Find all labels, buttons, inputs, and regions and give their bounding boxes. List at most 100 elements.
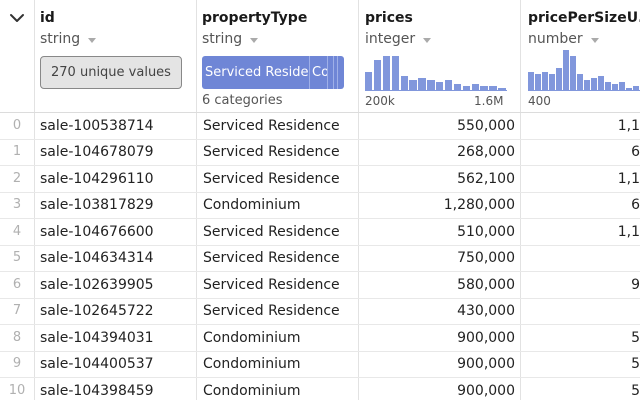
cell-prices[interactable]: 900,000 <box>360 378 515 400</box>
histogram-bar[interactable] <box>409 80 417 90</box>
cell-pricepersize[interactable]: 5 <box>520 378 640 400</box>
row-index[interactable]: 4 <box>0 219 34 245</box>
histogram-bar[interactable] <box>542 72 548 90</box>
cell-pricepersize[interactable]: 1,1 <box>520 166 640 192</box>
column-name: id <box>40 10 55 26</box>
pricepersize-histogram[interactable] <box>528 50 640 91</box>
cell-prices[interactable]: 750,000 <box>360 245 515 271</box>
cell-pricepersize[interactable] <box>520 298 640 324</box>
category-segment[interactable]: Serviced Residence <box>202 56 310 89</box>
histogram-bar[interactable] <box>427 80 435 90</box>
histogram-bar[interactable] <box>400 76 408 90</box>
histogram-bar[interactable] <box>584 80 590 90</box>
histogram-bar[interactable] <box>598 76 604 90</box>
histogram-bar[interactable] <box>556 68 562 90</box>
histogram-bar[interactable] <box>619 82 625 90</box>
row-index[interactable]: 1 <box>0 139 34 165</box>
column-name: pricePerSizeU... <box>528 10 640 26</box>
histogram-bar[interactable] <box>577 74 583 90</box>
cell-id[interactable]: sale-104634314 <box>40 245 190 271</box>
column-type-selector[interactable]: number <box>528 31 599 47</box>
cell-pricepersize[interactable]: 6 <box>520 192 640 218</box>
cell-id[interactable]: sale-104394031 <box>40 325 190 351</box>
cell-propertytype[interactable]: Condominium <box>203 351 353 377</box>
category-distribution-bar[interactable]: Serviced Residence Co <box>202 56 344 89</box>
cell-pricepersize[interactable]: 9 <box>520 272 640 298</box>
cell-id[interactable]: sale-104296110 <box>40 166 190 192</box>
histogram-bar[interactable] <box>563 50 569 90</box>
histogram-bar[interactable] <box>570 56 576 90</box>
cell-pricepersize[interactable]: 1,1 <box>520 113 640 139</box>
histogram-bar[interactable] <box>418 78 426 90</box>
cell-pricepersize[interactable] <box>520 245 640 271</box>
cell-propertytype[interactable]: Serviced Residence <box>203 298 353 324</box>
column-type-selector[interactable]: string <box>202 31 259 47</box>
column-name: prices <box>365 10 413 26</box>
row-index[interactable]: 8 <box>0 325 34 351</box>
cell-prices[interactable]: 562,100 <box>360 166 515 192</box>
row-index[interactable]: 6 <box>0 272 34 298</box>
cell-propertytype[interactable]: Serviced Residence <box>203 166 353 192</box>
row-index[interactable]: 9 <box>0 351 34 377</box>
histogram-bar[interactable] <box>528 72 534 90</box>
cell-id[interactable]: sale-104676600 <box>40 219 190 245</box>
cell-id[interactable]: sale-100538714 <box>40 113 190 139</box>
histogram-bar[interactable] <box>391 56 399 90</box>
cell-propertytype[interactable]: Serviced Residence <box>203 139 353 165</box>
cell-propertytype[interactable]: Serviced Residence <box>203 245 353 271</box>
row-index[interactable]: 5 <box>0 245 34 271</box>
prices-histogram[interactable] <box>365 50 507 91</box>
histogram-bar[interactable] <box>382 56 391 90</box>
histogram-bar[interactable] <box>373 60 382 90</box>
cell-prices[interactable]: 510,000 <box>360 219 515 245</box>
caret-down-icon <box>250 37 259 43</box>
cell-pricepersize[interactable]: 5 <box>520 325 640 351</box>
row-index[interactable]: 10 <box>0 378 34 400</box>
row-index[interactable]: 0 <box>0 113 34 139</box>
histogram-baseline <box>365 90 507 91</box>
histogram-bar[interactable] <box>436 82 444 90</box>
cell-prices[interactable]: 900,000 <box>360 325 515 351</box>
cell-propertytype[interactable]: Serviced Residence <box>203 113 353 139</box>
column-type-selector[interactable]: string <box>40 31 97 47</box>
cell-propertytype[interactable]: Condominium <box>203 378 353 400</box>
column-type-selector[interactable]: integer <box>365 31 432 47</box>
cell-prices[interactable]: 550,000 <box>360 113 515 139</box>
category-segment[interactable]: Co <box>310 56 328 89</box>
histogram-bar[interactable] <box>365 72 373 90</box>
histogram-baseline <box>528 90 640 91</box>
cell-propertytype[interactable]: Serviced Residence <box>203 219 353 245</box>
cell-id[interactable]: sale-102639905 <box>40 272 190 298</box>
column-type-label: string <box>202 31 243 47</box>
row-index[interactable]: 2 <box>0 166 34 192</box>
histogram-bar[interactable] <box>549 74 555 90</box>
cell-id[interactable]: sale-104398459 <box>40 378 190 400</box>
cell-propertytype[interactable]: Serviced Residence <box>203 272 353 298</box>
histogram-bar[interactable] <box>444 80 453 90</box>
cell-pricepersize[interactable]: 1,1 <box>520 219 640 245</box>
cell-pricepersize[interactable]: 6 <box>520 139 640 165</box>
cell-prices[interactable]: 900,000 <box>360 351 515 377</box>
histogram-bar[interactable] <box>591 78 597 90</box>
category-segment[interactable] <box>338 56 344 89</box>
cell-prices[interactable]: 580,000 <box>360 272 515 298</box>
cell-id[interactable]: sale-103817829 <box>40 192 190 218</box>
caret-down-icon <box>423 37 432 43</box>
cell-prices[interactable]: 1,280,000 <box>360 192 515 218</box>
cell-pricepersize[interactable]: 5 <box>520 351 640 377</box>
histogram-bar[interactable] <box>535 74 541 90</box>
cell-prices[interactable]: 430,000 <box>360 298 515 324</box>
collapse-chevron-icon[interactable] <box>8 9 26 27</box>
row-index[interactable]: 7 <box>0 298 34 324</box>
row-index[interactable]: 3 <box>0 192 34 218</box>
cell-propertytype[interactable]: Condominium <box>203 325 353 351</box>
cell-id[interactable]: sale-104400537 <box>40 351 190 377</box>
cell-id[interactable]: sale-102645722 <box>40 298 190 324</box>
cell-prices[interactable]: 268,000 <box>360 139 515 165</box>
histogram-bar[interactable] <box>605 82 611 90</box>
cell-id[interactable]: sale-104678079 <box>40 139 190 165</box>
unique-values-button[interactable]: 270 unique values <box>40 56 182 89</box>
caret-down-icon <box>88 37 97 43</box>
caret-down-icon <box>590 37 599 43</box>
cell-propertytype[interactable]: Condominium <box>203 192 353 218</box>
